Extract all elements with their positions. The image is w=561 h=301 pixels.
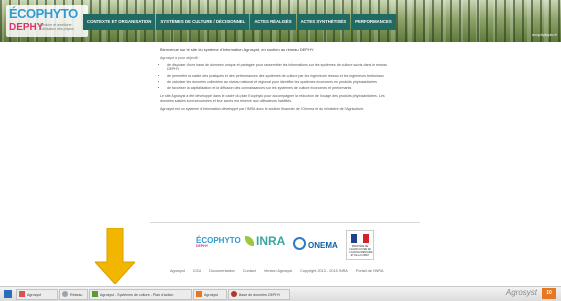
taskbar-item[interactable]: Agrosyst bbox=[193, 289, 227, 300]
footer-link-inra-portal[interactable]: Portail de l'INRA bbox=[356, 269, 384, 273]
nav-item-contexte[interactable]: CONTEXTE ET ORGANISATION bbox=[83, 14, 156, 30]
taskbar-item-label: Agrosyst bbox=[27, 293, 41, 297]
taskbar-item-label: Agrosyst - Systèmes de culture - Plan d'… bbox=[100, 293, 174, 297]
logo-tagline: Réduire et améliorer l'utilisation des p… bbox=[40, 23, 74, 31]
list-item: de permettre la saisie des pratiques et … bbox=[167, 74, 395, 79]
nav-item-actes-synthetises[interactable]: ACTES SYNTHÉTISÉS bbox=[296, 14, 351, 30]
list-item: de favoriser la capitalisation et la dif… bbox=[167, 86, 395, 91]
main-content: Bienvenue sur le site du système d'infor… bbox=[160, 47, 395, 114]
app-icon bbox=[92, 291, 98, 297]
start-icon[interactable] bbox=[4, 290, 12, 298]
credits-paragraph: Agrosyst est un système d'information dé… bbox=[160, 106, 365, 111]
ecophyto-logo[interactable]: ÉCOPHYTO DEPHY Réduire et améliorer l'ut… bbox=[6, 5, 88, 37]
footer-link-agrosyst[interactable]: Agrosyst bbox=[170, 269, 185, 273]
footer-links: Agrosyst CGU Documentation Contact Versi… bbox=[170, 269, 384, 273]
french-flag-icon bbox=[351, 234, 369, 243]
welcome-text: Bienvenue sur le site du système d'infor… bbox=[160, 47, 315, 52]
logo-sub-text: DEPHY bbox=[9, 22, 44, 33]
ecophyto-partner-logo[interactable]: ÉCOPHYTO DEPHY bbox=[196, 236, 241, 248]
agrosyst-brand: Agrosyst bbox=[505, 288, 537, 297]
onema-logo-text: ONEMA bbox=[308, 241, 338, 250]
logo-main-text: ÉCOPHYTO bbox=[9, 6, 78, 21]
ministry-logo[interactable]: MINISTÈRE DE L'AGRICULTURE DE L'AGROALIM… bbox=[346, 230, 374, 260]
app-icon bbox=[196, 291, 202, 297]
taskbar-item-label: Base de données DEPHY bbox=[239, 293, 281, 297]
list-item: de valoriser les données collectées au n… bbox=[167, 80, 395, 85]
footer-divider bbox=[150, 222, 420, 223]
footer-copyright: Copyright 2013 - 2015 INRA bbox=[300, 269, 348, 273]
main-nav: CONTEXTE ET ORGANISATION SYSTÈMES DE CUL… bbox=[83, 14, 396, 30]
nav-item-systemes[interactable]: SYSTÈMES DE CULTURE / DÉCISIONNEL bbox=[156, 14, 250, 30]
objectives-list: de disposer d'une base de données unique… bbox=[160, 63, 395, 91]
taskbar-item[interactable]: Agrosyst bbox=[16, 289, 58, 300]
notification-badge[interactable]: 10 bbox=[542, 288, 556, 299]
taskbar-item[interactable]: Agrosyst - Systèmes de culture - Plan d'… bbox=[89, 289, 192, 300]
ring-icon bbox=[293, 237, 306, 250]
footer-link-contact[interactable]: Contact bbox=[243, 269, 256, 273]
leaf-icon bbox=[245, 236, 254, 246]
app-icon bbox=[231, 291, 237, 297]
taskbar: Agrosyst Réseau Agrosyst - Systèmes de c… bbox=[0, 286, 561, 301]
inra-logo-text: INRA bbox=[256, 234, 286, 248]
app-icon bbox=[62, 291, 68, 297]
taskbar-item[interactable]: Réseau bbox=[59, 289, 88, 300]
taskbar-item-label: Réseau bbox=[70, 293, 83, 297]
nav-item-actes-realises[interactable]: ACTES RÉALISÉS bbox=[250, 14, 296, 30]
onema-logo[interactable]: ONEMA bbox=[293, 237, 338, 250]
ministry-logo-text: MINISTÈRE DE L'AGRICULTURE DE L'AGROALIM… bbox=[349, 246, 373, 257]
taskbar-item[interactable]: Base de données DEPHY bbox=[228, 289, 290, 300]
lead-text: Agrosyst a pour objectif : bbox=[160, 55, 200, 60]
inra-logo[interactable]: INRA bbox=[245, 234, 285, 248]
partner-logos: ÉCOPHYTO DEPHY INRA ONEMA MINISTÈRE DE L… bbox=[196, 230, 380, 260]
list-item: de disposer d'une base de données unique… bbox=[167, 63, 395, 73]
banner-site-name: ecophytopic.fr bbox=[532, 32, 557, 37]
taskbar-item-label: Agrosyst bbox=[204, 293, 218, 297]
footer-link-documentation[interactable]: Documentation bbox=[209, 269, 235, 273]
info-paragraph: Le site Agrosyst a été développé dans le… bbox=[160, 94, 385, 103]
header-banner: ÉCOPHYTO DEPHY Réduire et améliorer l'ut… bbox=[0, 0, 561, 42]
nav-item-performances[interactable]: PERFORMANCES bbox=[351, 14, 396, 30]
footer-link-version[interactable]: Version Agrosyst bbox=[264, 269, 292, 273]
down-arrow-icon bbox=[95, 228, 135, 284]
footer-link-cgu[interactable]: CGU bbox=[193, 269, 201, 273]
app-icon bbox=[19, 291, 25, 297]
